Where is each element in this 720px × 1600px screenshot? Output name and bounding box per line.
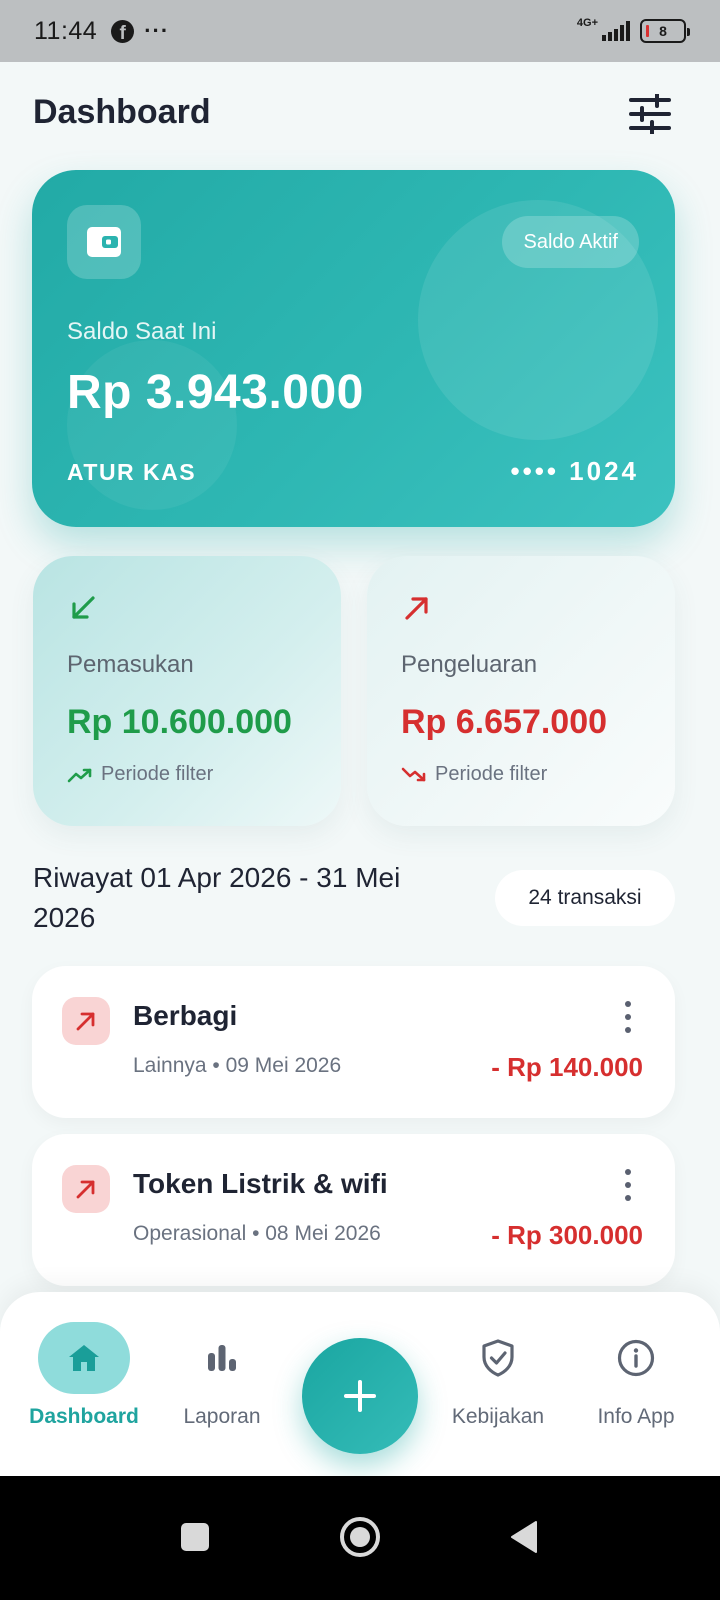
trending-down-icon	[401, 767, 426, 781]
signal-icon	[602, 21, 630, 41]
balance-label: Saldo Saat Ini	[67, 318, 217, 345]
transaction-amount: - Rp 140.000	[491, 1052, 643, 1082]
balance-card[interactable]: Saldo Aktif Saldo Saat Ini Rp 3.943.000 …	[32, 170, 675, 527]
nav-label-laporan: Laporan	[183, 1405, 261, 1428]
income-label: Pemasukan	[67, 651, 194, 678]
back-button[interactable]	[509, 1520, 539, 1559]
nav-label-kebijakan: Kebijakan	[451, 1405, 545, 1428]
transaction-title: Token Listrik & wifi	[133, 1168, 388, 1199]
plus-icon	[344, 1380, 376, 1412]
home-icon	[38, 1322, 130, 1394]
nav-item-info-app[interactable]: Info App	[566, 1322, 706, 1442]
transaction-meta: Operasional • 08 Mei 2026	[133, 1222, 381, 1245]
transaction-meta: Lainnya • 09 Mei 2026	[133, 1054, 342, 1077]
shield-check-icon	[452, 1322, 544, 1394]
expense-arrow-icon	[62, 1165, 110, 1213]
income-amount: Rp 10.600.000	[67, 703, 292, 741]
card-owner: ATUR KAS	[67, 459, 197, 485]
add-transaction-button[interactable]	[302, 1338, 418, 1454]
income-period-label: Periode filter	[101, 763, 214, 785]
arrow-down-left-icon	[72, 596, 95, 619]
status-bar: 11:44 f ··· 4G+ 8	[0, 0, 720, 62]
transaction-amount: - Rp 300.000	[491, 1220, 643, 1250]
history-title: Riwayat 01 Apr 2026 - 31 Mei 2026	[33, 862, 401, 933]
trending-up-icon	[67, 768, 92, 782]
wallet-icon-box	[67, 205, 141, 279]
transaction-item[interactable]: Token Listrik & wifi Operasional • 08 Me…	[32, 1134, 675, 1286]
more-vertical-icon[interactable]	[617, 1169, 639, 1201]
square-icon	[181, 1523, 209, 1551]
sliders-icon	[629, 92, 671, 136]
expense-period: Periode filter	[401, 763, 547, 786]
transaction-count-badge: 24 transaksi	[495, 870, 675, 926]
bar-chart-icon	[176, 1322, 268, 1394]
home-system-button[interactable]	[339, 1516, 381, 1563]
status-indicators: 4G+ 8	[576, 17, 690, 43]
balance-amount: Rp 3.943.000	[67, 366, 364, 419]
expense-amount: Rp 6.657.000	[401, 703, 608, 741]
expense-arrow-icon	[62, 997, 110, 1045]
facebook-notification-icon: f	[111, 19, 135, 43]
nav-label-info-app: Info App	[597, 1405, 675, 1428]
more-notifications-icon: ···	[144, 18, 170, 43]
filter-settings-button[interactable]	[628, 92, 672, 136]
card-number: •••• 1024	[510, 456, 639, 486]
wallet-icon	[87, 227, 121, 257]
expense-summary-card[interactable]: Pengeluaran Rp 6.657.000 Periode filter	[367, 556, 675, 826]
more-vertical-icon[interactable]	[617, 1001, 639, 1033]
expense-period-label: Periode filter	[435, 763, 548, 785]
status-time: 11:44	[34, 16, 98, 45]
transaction-item[interactable]: Berbagi Lainnya • 09 Mei 2026 - Rp 140.0…	[32, 966, 675, 1118]
page-title: Dashboard	[33, 93, 211, 131]
transaction-title: Berbagi	[133, 1000, 238, 1031]
nav-label-dashboard: Dashboard	[29, 1405, 139, 1428]
battery-level-text: 8	[659, 23, 667, 39]
circle-home-icon	[340, 1517, 380, 1557]
income-summary-card[interactable]: Pemasukan Rp 10.600.000 Periode filter	[33, 556, 341, 826]
system-navigation-bar	[0, 1476, 720, 1600]
battery-icon: 8	[640, 19, 690, 43]
back-triangle-icon	[511, 1521, 537, 1553]
active-balance-chip: Saldo Aktif	[502, 216, 639, 268]
recent-apps-button[interactable]	[180, 1522, 210, 1557]
expense-label: Pengeluaran	[401, 651, 538, 678]
network-type: 4G+	[576, 17, 598, 29]
nav-item-kebijakan[interactable]: Kebijakan	[428, 1322, 568, 1442]
nav-item-laporan[interactable]: Laporan	[152, 1322, 292, 1442]
nav-item-dashboard[interactable]: Dashboard	[14, 1322, 154, 1442]
arrow-up-right-icon	[405, 597, 428, 620]
income-period: Periode filter	[67, 763, 213, 786]
info-icon	[590, 1322, 682, 1394]
